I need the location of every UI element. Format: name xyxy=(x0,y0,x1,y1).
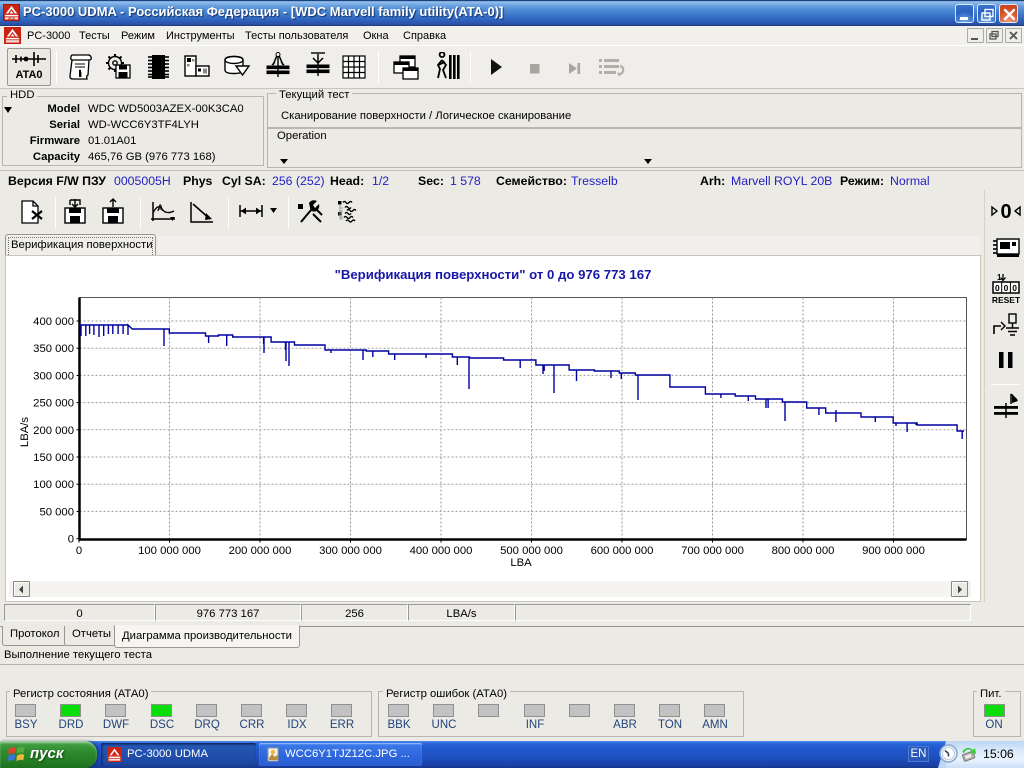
svg-text:250 000: 250 000 xyxy=(33,398,74,410)
svg-text:A: A xyxy=(157,203,164,213)
svg-text:"Верификация поверхности" от 0: "Верификация поверхности" от 0 до 976 77… xyxy=(335,267,652,282)
svg-text:150 000: 150 000 xyxy=(33,452,74,464)
svg-text:300 000: 300 000 xyxy=(33,370,74,382)
svg-text:100 000 000: 100 000 000 xyxy=(138,545,201,557)
svg-text:0: 0 xyxy=(995,283,1000,293)
svg-text:0: 0 xyxy=(1000,201,1011,222)
svg-text:400 000: 400 000 xyxy=(33,316,74,328)
svg-text:200 000 000: 200 000 000 xyxy=(229,545,292,557)
svg-text:50 000: 50 000 xyxy=(39,506,74,518)
svg-text:100 000: 100 000 xyxy=(33,479,74,491)
svg-text:0: 0 xyxy=(76,545,82,557)
svg-text:500 000 000: 500 000 000 xyxy=(500,545,563,557)
svg-text:200 000: 200 000 xyxy=(33,425,74,437)
svg-text:0: 0 xyxy=(1004,283,1009,293)
svg-text:0: 0 xyxy=(68,534,74,546)
svg-text:900 000 000: 900 000 000 xyxy=(862,545,925,557)
svg-text:LBA/s: LBA/s xyxy=(19,417,31,447)
svg-text:350 000: 350 000 xyxy=(33,343,74,355)
svg-text:800 000 000: 800 000 000 xyxy=(772,545,835,557)
svg-text:0: 0 xyxy=(1012,283,1017,293)
svg-text:600 000 000: 600 000 000 xyxy=(591,545,654,557)
svg-text:300 000 000: 300 000 000 xyxy=(319,545,382,557)
svg-text:400 000 000: 400 000 000 xyxy=(410,545,473,557)
svg-text:RESET: RESET xyxy=(992,295,1021,304)
svg-text:LBA: LBA xyxy=(510,557,532,569)
svg-text:700 000 000: 700 000 000 xyxy=(681,545,744,557)
svg-text:ACE: ACE xyxy=(8,16,16,20)
